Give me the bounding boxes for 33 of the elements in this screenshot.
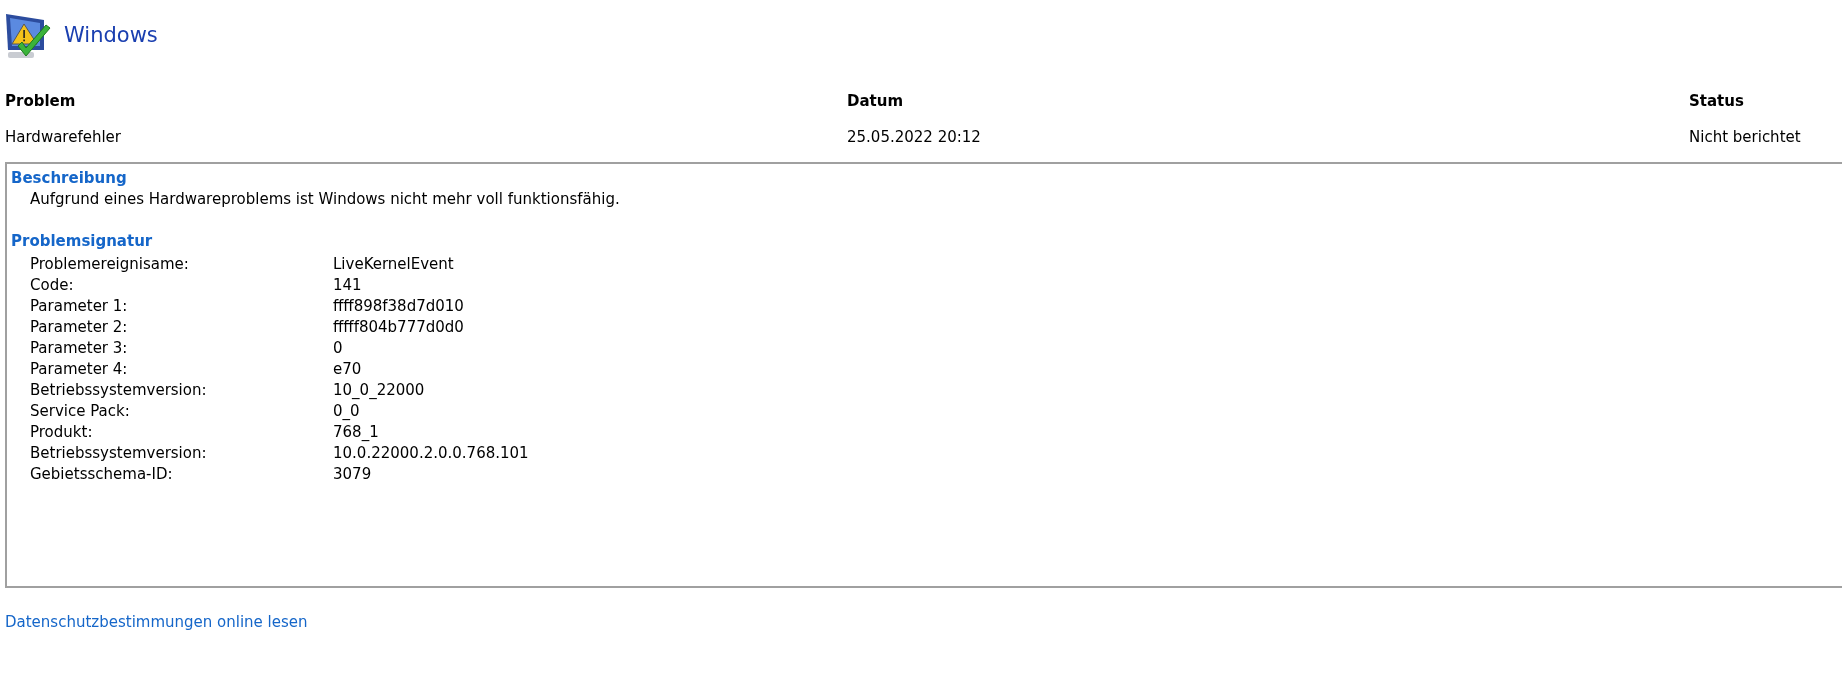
field-value: 10.0.22000.2.0.0.768.101 — [333, 443, 529, 464]
field-label: Parameter 3: — [30, 338, 128, 359]
field-value: 768_1 — [333, 422, 379, 443]
field-value: ffff898f38d7d010 — [333, 296, 464, 317]
column-header: Datum — [847, 91, 904, 112]
field-label: Parameter 4: — [30, 359, 128, 380]
field-value: e70 — [333, 359, 362, 380]
field-label: Produkt: — [30, 422, 93, 443]
field-value: LiveKernelEvent — [333, 254, 454, 275]
field-label: Betriebssystemversion: — [30, 443, 207, 464]
app-title: Windows — [64, 22, 158, 50]
section-heading: Beschreibung — [11, 168, 127, 188]
field-value: 0_0 — [333, 401, 360, 422]
column-header: Problem — [5, 91, 76, 112]
description-text: Aufgrund eines Hardwareproblems ist Windows nicht mehr voll funktionsfähig. — [29, 189, 620, 210]
field-label: Service Pack: — [30, 401, 130, 422]
field-value: 0 — [333, 338, 343, 359]
privacy-link[interactable]: Datenschutzbestimmungen online lesen — [5, 611, 308, 634]
field-value: fffff804b777d0d0 — [333, 317, 464, 338]
table-cell-text: Hardwarefehler — [5, 126, 121, 148]
field-label: Betriebssystemversion: — [30, 380, 207, 401]
field-label: Code: — [30, 275, 74, 296]
field-value: 10_0_22000 — [333, 380, 425, 401]
table-cell-text: Nicht berichtet — [1689, 126, 1801, 148]
field-label: Problemereignisame: — [30, 254, 189, 275]
field-label: Parameter 1: — [30, 296, 128, 317]
column-header: Status — [1689, 91, 1744, 112]
field-label: Parameter 2: — [30, 317, 128, 338]
table-cell-text: 25.05.2022 20:12 — [847, 126, 981, 148]
field-value: 3079 — [333, 464, 372, 485]
field-value: 141 — [333, 275, 362, 296]
section-heading: Problemsignatur — [11, 231, 153, 251]
field-label: Gebietsschema-ID: — [30, 464, 173, 485]
